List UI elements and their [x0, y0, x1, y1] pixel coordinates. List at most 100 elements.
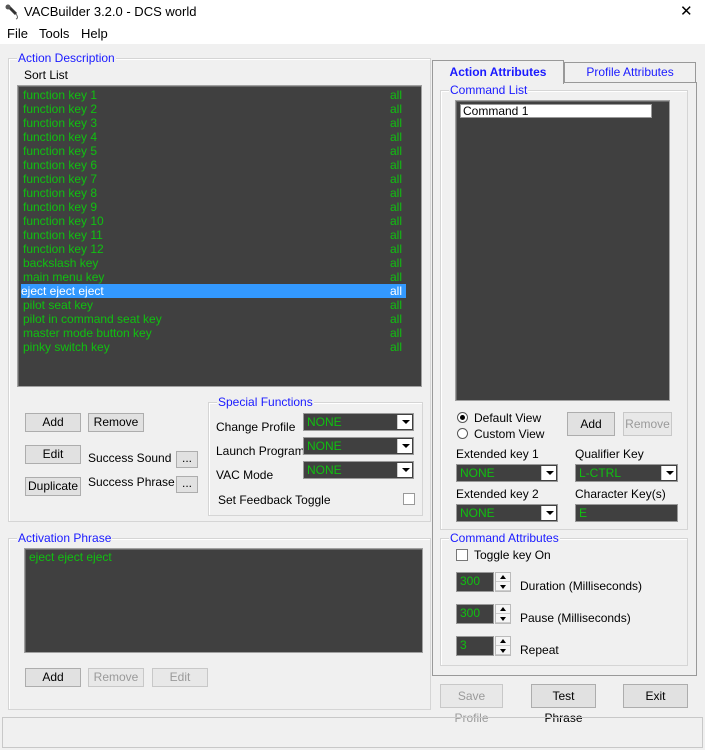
list-item[interactable]: function key 5 all: [23, 144, 406, 158]
chevron-down-icon[interactable]: [397, 415, 412, 429]
remove-phrase-button[interactable]: Remove: [88, 668, 144, 687]
toggle-key-label: Toggle key On: [474, 548, 551, 562]
list-item[interactable]: main menu key all: [23, 270, 406, 284]
list-item[interactable]: pilot seat key all: [23, 298, 406, 312]
list-item[interactable]: function key 4 all: [23, 130, 406, 144]
arrow-up-icon[interactable]: [496, 637, 510, 646]
selected-value: NONE: [460, 466, 495, 480]
item-scope: all: [389, 228, 402, 242]
arrow-down-icon[interactable]: [496, 646, 510, 655]
phrase-item[interactable]: eject eject eject: [29, 550, 112, 564]
tab-profile-attributes[interactable]: Profile Attributes: [564, 62, 696, 82]
success-sound-browse-button[interactable]: ...: [176, 451, 198, 468]
extended-key-2-select[interactable]: NONE: [456, 504, 558, 522]
edit-action-button[interactable]: Edit: [25, 445, 81, 464]
add-action-button[interactable]: Add: [25, 413, 81, 432]
tab-action-attributes[interactable]: Action Attributes: [432, 60, 564, 84]
item-scope: all: [389, 116, 402, 130]
list-item[interactable]: function key 12 all: [23, 242, 406, 256]
extended-key-1-select[interactable]: NONE: [456, 464, 558, 482]
duration-input[interactable]: 300: [456, 572, 494, 592]
chevron-down-icon[interactable]: [397, 463, 412, 477]
edit-phrase-button[interactable]: Edit: [152, 668, 208, 687]
arrow-up-icon[interactable]: [496, 605, 510, 614]
item-name: main menu key: [23, 270, 105, 284]
repeat-spinner[interactable]: [495, 636, 511, 656]
feedback-toggle-label: Set Feedback Toggle: [218, 493, 331, 507]
list-item[interactable]: function key 3 all: [23, 116, 406, 130]
item-name: eject eject eject: [21, 284, 104, 298]
list-item[interactable]: backslash key all: [23, 256, 406, 270]
arrow-up-icon[interactable]: [496, 573, 510, 582]
list-item[interactable]: function key 10 all: [23, 214, 406, 228]
menu-help[interactable]: Help: [81, 26, 108, 41]
list-item[interactable]: function key 8 all: [23, 186, 406, 200]
list-item[interactable]: function key 11 all: [23, 228, 406, 242]
add-phrase-button[interactable]: Add: [25, 668, 81, 687]
chevron-down-icon[interactable]: [661, 466, 676, 480]
list-item[interactable]: function key 2 all: [23, 102, 406, 116]
selected-value: NONE: [307, 439, 342, 453]
menu-tools[interactable]: Tools: [39, 26, 69, 41]
list-item[interactable]: function key 6 all: [23, 158, 406, 172]
list-item[interactable]: master mode button key all: [23, 326, 406, 340]
command-list[interactable]: Command 1: [455, 100, 670, 401]
item-name: function key 2: [23, 102, 98, 116]
remove-action-button[interactable]: Remove: [88, 413, 144, 432]
change-profile-label: Change Profile: [216, 420, 296, 434]
toggle-key-checkbox[interactable]: [456, 549, 468, 561]
item-scope: all: [389, 242, 402, 256]
save-profile-button[interactable]: Save Profile: [440, 684, 503, 725]
pause-input[interactable]: 300: [456, 604, 494, 624]
item-name: backslash key: [23, 256, 99, 270]
repeat-input[interactable]: 3: [456, 636, 494, 656]
remove-command-button[interactable]: Remove: [623, 412, 672, 436]
group-title: Activation Phrase: [17, 531, 113, 545]
chevron-down-icon[interactable]: [397, 439, 412, 453]
duplicate-action-button[interactable]: Duplicate: [25, 477, 81, 496]
duration-spinner[interactable]: [495, 572, 511, 592]
group-title: Special Functions: [217, 395, 314, 409]
group-title: Command Attributes: [449, 531, 560, 545]
chevron-down-icon[interactable]: [541, 506, 556, 520]
default-view-radio[interactable]: [457, 412, 468, 423]
list-item[interactable]: function key 7 all: [23, 172, 406, 186]
command-item[interactable]: Command 1: [460, 104, 652, 118]
item-scope: all: [389, 214, 402, 228]
feedback-toggle-checkbox[interactable]: [403, 493, 415, 505]
sort-list-label[interactable]: Sort List: [24, 68, 68, 82]
exit-button[interactable]: Exit: [623, 684, 688, 708]
list-item[interactable]: eject eject eject all: [21, 284, 406, 298]
arrow-down-icon[interactable]: [496, 614, 510, 623]
list-item[interactable]: function key 9 all: [23, 200, 406, 214]
launch-program-select[interactable]: NONE: [303, 437, 414, 455]
status-bar: [2, 717, 703, 748]
list-item[interactable]: pilot in command seat key all: [23, 312, 406, 326]
item-name: pinky switch key: [23, 340, 110, 354]
vac-mode-select[interactable]: NONE: [303, 461, 414, 479]
success-phrase-label: Success Phrase: [88, 475, 175, 489]
list-item[interactable]: function key 1 all: [23, 88, 406, 102]
pause-label: Pause (Milliseconds): [520, 611, 631, 625]
arrow-down-icon[interactable]: [496, 582, 510, 591]
item-name: function key 4: [23, 130, 98, 144]
launch-program-label: Launch Program: [216, 444, 305, 458]
chevron-down-icon[interactable]: [541, 466, 556, 480]
action-list[interactable]: function key 1 all function key 2 all functi…: [17, 85, 422, 387]
qualifier-key-select[interactable]: L-CTRL: [575, 464, 678, 482]
list-item[interactable]: pinky switch key all: [23, 340, 406, 354]
change-profile-select[interactable]: NONE: [303, 413, 414, 431]
pause-spinner[interactable]: [495, 604, 511, 624]
character-keys-input[interactable]: E: [575, 504, 678, 522]
add-command-button[interactable]: Add: [567, 412, 615, 436]
item-name: function key 3: [23, 116, 98, 130]
item-name: function key 8: [23, 186, 98, 200]
success-phrase-browse-button[interactable]: ...: [176, 476, 198, 493]
close-icon[interactable]: ✕: [680, 2, 693, 20]
menu-file[interactable]: File: [7, 26, 28, 41]
custom-view-radio[interactable]: [457, 428, 468, 439]
character-keys-label: Character Key(s): [575, 487, 666, 501]
activation-phrase-list[interactable]: eject eject eject: [24, 548, 423, 653]
test-phrase-button[interactable]: Test Phrase: [531, 684, 596, 725]
item-scope: all: [389, 158, 402, 172]
